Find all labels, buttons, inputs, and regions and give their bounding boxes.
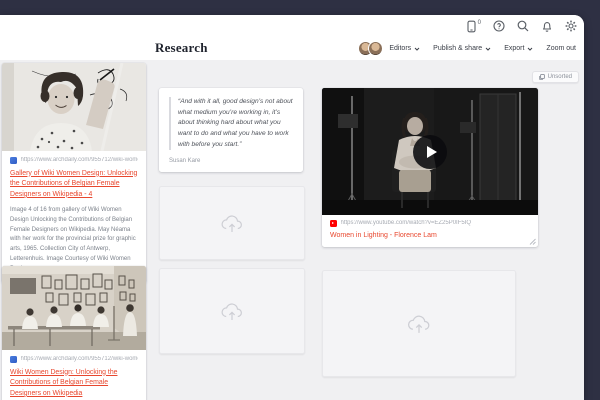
link-url-row: https://www.archdaily.com/955712/wiki-wo… <box>10 157 138 164</box>
link-card-article[interactable]: https://www.archdaily.com/955712/wiki-wo… <box>2 266 146 400</box>
upload-placeholder-card[interactable] <box>322 270 516 377</box>
publish-share-menu[interactable]: Publish & share <box>433 45 491 52</box>
archdaily-favicon <box>10 356 17 363</box>
export-menu[interactable]: Export <box>504 45 533 52</box>
video-title[interactable]: Women in Lighting - Florence Lam <box>330 232 530 239</box>
video-thumbnail[interactable] <box>322 88 538 215</box>
upload-cloud-icon <box>220 301 244 322</box>
classroom-photo[interactable] <box>2 266 146 350</box>
chevron-down-icon <box>485 47 491 51</box>
page-title: Research <box>155 40 208 56</box>
link-card-gallery[interactable]: https://www.archdaily.com/955712/wiki-wo… <box>2 63 146 283</box>
play-button[interactable] <box>413 135 447 169</box>
resize-handle[interactable] <box>529 238 536 245</box>
link-description: Image 4 of 16 from gallery of Wiki Women… <box>10 206 138 276</box>
editors-menu[interactable]: Editors <box>389 45 420 52</box>
video-card[interactable]: https://www.youtube.com/watch?v=EZ25P0IF… <box>322 88 538 247</box>
quote-text: “And with it all, good design’s not abou… <box>169 97 293 150</box>
video-url-row: https://www.youtube.com/watch?v=EZ25P0IF… <box>330 220 530 227</box>
quote-attribution: Susan Kare <box>169 158 293 164</box>
editor-avatars[interactable] <box>358 41 383 56</box>
app-window: 0 <box>0 15 584 400</box>
avatar[interactable] <box>368 41 383 56</box>
link-title[interactable]: Gallery of Wiki Women Design: Unlocking … <box>10 169 138 201</box>
upload-cloud-icon <box>220 213 244 234</box>
system-icon-bar: 0 <box>466 20 577 33</box>
search-icon[interactable] <box>517 20 529 32</box>
notifications-bell-icon[interactable] <box>541 20 553 32</box>
help-icon[interactable] <box>493 20 505 32</box>
youtube-favicon <box>330 220 337 227</box>
link-url[interactable]: https://www.archdaily.com/955712/wiki-wo… <box>21 157 139 163</box>
link-title[interactable]: Wiki Women Design: Unlocking the Contrib… <box>10 368 138 400</box>
board-controls: Editors Publish & share Export Zoom out <box>358 41 576 56</box>
upload-placeholder-card[interactable] <box>159 186 305 260</box>
settings-gear-icon[interactable] <box>565 20 577 32</box>
device-icon[interactable]: 0 <box>466 20 481 33</box>
link-url-row: https://www.archdaily.com/955712/wiki-wo… <box>10 356 138 363</box>
archdaily-favicon <box>10 157 17 164</box>
video-url[interactable]: https://www.youtube.com/watch?v=EZ25P0IF… <box>341 220 531 226</box>
board-toolbar: Research Editors Publish & share Export <box>0 39 584 59</box>
unsorted-icon <box>539 74 545 80</box>
unsorted-label: Unsorted <box>548 74 572 80</box>
chevron-down-icon <box>527 47 533 51</box>
quote-card[interactable]: “And with it all, good design’s not abou… <box>159 88 303 172</box>
zoom-out-button[interactable]: Zoom out <box>546 45 576 52</box>
upload-placeholder-card[interactable] <box>159 268 305 354</box>
app-root: { "colors": { "frame_bg": "#2e3043", "ca… <box>0 0 600 400</box>
unsorted-tray-button[interactable]: Unsorted <box>532 71 579 83</box>
portrait-photo[interactable] <box>2 63 146 151</box>
board-canvas[interactable]: Unsorted <box>0 60 584 400</box>
link-url[interactable]: https://www.archdaily.com/955712/wiki-wo… <box>21 356 139 362</box>
app-header: 0 <box>0 15 584 60</box>
upload-cloud-icon <box>406 313 432 335</box>
chevron-down-icon <box>414 47 420 51</box>
device-count-badge: 0 <box>478 20 481 26</box>
